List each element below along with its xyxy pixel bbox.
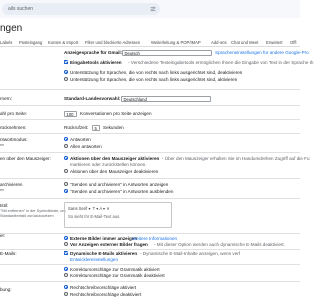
clear-format-icon[interactable]: ✕	[106, 206, 110, 211]
spelling-on-radio[interactable]	[64, 285, 69, 290]
reply-all-radio[interactable]	[64, 144, 69, 149]
dynamic-email-label: E-Mails:	[0, 251, 17, 256]
hover-off-radio[interactable]	[64, 169, 69, 174]
top-bar: ails suchen	[0, 0, 300, 18]
images-ask-desc: - Mit dieser Option werden auch dynamisc…	[154, 242, 285, 247]
send-archive-sublabel: en	[0, 188, 5, 192]
reply-label: Antworten	[70, 137, 91, 142]
spelling-off-label: Rechtschreibvorschläge deaktiviert	[70, 292, 142, 297]
settings-tabs: Labels Posteingang Konten & Import Filte…	[0, 39, 300, 47]
divider	[0, 264, 300, 265]
images-label: er:	[0, 233, 6, 238]
page-size-suffix: Konversationen pro Seite anzeigen	[80, 111, 152, 116]
send-archive-label: archivieren	[0, 182, 23, 187]
spelling-label: bung:	[0, 287, 12, 292]
phone-label: rnern:	[0, 96, 13, 101]
grammar-off-radio[interactable]	[64, 273, 69, 278]
rtl-on-radio[interactable]	[64, 77, 69, 82]
reply-mode-label: ntwortmodus:	[0, 137, 28, 142]
images-ask-radio[interactable]	[64, 242, 69, 247]
rtl-on-label: Unterstützung für Sprachen, die von rech…	[70, 77, 238, 82]
font-size-icon[interactable]: T	[92, 206, 96, 211]
tab-filters[interactable]: Filter und blockierte Adressen	[85, 40, 140, 45]
tab-chat-meet[interactable]: Chat und Meet	[231, 40, 258, 45]
send-archive-show-radio[interactable]	[64, 182, 69, 187]
dynamic-email-checkbox[interactable]	[64, 251, 69, 256]
tab-inbox[interactable]: Posteingang	[19, 40, 42, 45]
undo-send-suffix: Sekunden	[103, 125, 124, 130]
tab-addons[interactable]: Add-ons	[211, 40, 227, 45]
hover-on-radio[interactable]	[64, 156, 69, 161]
tab-offline[interactable]: Offl	[290, 40, 296, 45]
divider	[0, 119, 300, 120]
divider	[0, 89, 300, 90]
divider	[0, 233, 300, 234]
divider	[0, 152, 300, 153]
undo-send-label: rücknehmen:	[0, 125, 27, 130]
text-style-label: tstil:	[0, 203, 9, 208]
tab-advanced[interactable]: Erweitert	[266, 40, 283, 45]
images-always-title: Externe Bilder immer anzeigen	[70, 236, 138, 241]
hover-actions-label: en über den Mauszeiger:	[0, 156, 51, 161]
grammar-on-radio[interactable]	[64, 267, 69, 272]
send-archive-hide-radio[interactable]	[64, 189, 69, 194]
page-title: ngen	[0, 23, 23, 34]
images-always-radio[interactable]	[64, 236, 69, 241]
undo-send-prefix: Rückrufzeit:	[64, 125, 89, 130]
input-tools-desc: - Verschiedene Texteingabetools ermöglic…	[128, 59, 314, 65]
hover-on-title: Aktionen über den Mauszeiger aktivieren	[70, 156, 160, 161]
send-archive-show-label: "Senden und archivieren" in Antworten an…	[70, 182, 169, 187]
rtl-off-radio[interactable]	[64, 70, 69, 75]
page-size-label: ahl pro Seite:	[0, 111, 28, 116]
text-style-toolbar: Sans Serif ▾ T ▾ A ▾ ✕	[68, 206, 110, 211]
page-size-select[interactable]: 100	[64, 110, 77, 117]
images-ask-title: Vor Anzeigen externer Bilder fragen	[70, 242, 148, 247]
divider	[0, 133, 300, 134]
search-input[interactable]: ails suchen	[2, 3, 160, 15]
language-settings-link[interactable]: Sprachen­einstellungen für andere Google…	[215, 50, 309, 55]
tab-accounts[interactable]: Konten & Import	[48, 40, 78, 45]
language-prefix: Anzeigesprache für Gmail:	[64, 50, 123, 55]
hover-off-title: Aktionen über den Mauszeiger deaktiviere…	[70, 169, 159, 174]
grammar-off-label: Korrekturvorschläge zur Grammatik deakti…	[70, 273, 165, 278]
text-style-preview: So sieht Ihr E-Mail-Text aus.	[68, 214, 121, 219]
reply-mode-sublabel: en	[0, 143, 5, 147]
phone-prefix: Standard-Landesvorwahl:	[64, 96, 121, 101]
grammar-on-label: Korrekturvorschläge zur Grammatik aktivi…	[70, 267, 160, 272]
rtl-off-label: Unterstützung für Sprachen, die von rech…	[70, 70, 243, 75]
dynamic-email-title: Dynamische E-Mails aktivieren	[70, 251, 138, 256]
hover-on-desc2: markieren oder zurückstellen können.	[70, 162, 147, 167]
input-tools-label: Eingabetools aktivieren	[70, 59, 122, 65]
text-style-desc1: "Stil entfernen" in der Symbolleiste, um	[0, 209, 66, 213]
hover-on-desc: - Über den Mauszeiger erhalten Sie im Ha…	[162, 156, 310, 161]
search-options-icon[interactable]	[150, 6, 156, 12]
font-select[interactable]: Sans Serif	[68, 206, 87, 211]
send-archive-hide-label: "Senden und archivieren" in Antworten au…	[70, 189, 174, 194]
spelling-off-radio[interactable]	[64, 292, 69, 297]
tab-labels[interactable]: Labels	[0, 40, 12, 45]
text-style-editor[interactable]: Sans Serif ▾ T ▾ A ▾ ✕ So sieht Ihr E-Ma…	[64, 202, 172, 228]
country-code-select[interactable]: Deutschland	[121, 95, 211, 102]
text-color-icon[interactable]: A	[99, 206, 102, 211]
divider	[0, 249, 300, 250]
developer-settings-link[interactable]: Entwicklereinstellungen	[70, 257, 118, 262]
divider	[0, 281, 300, 282]
divider	[0, 198, 300, 199]
text-style-desc2: Standardtextstil zurückzusetzen	[0, 214, 54, 218]
dynamic-email-desc: - Dynamische E-Mail-Inhalte anzeigen, we…	[140, 251, 241, 256]
images-more-info-link[interactable]: Weitere Informationen	[132, 236, 177, 241]
search-placeholder: ails suchen	[8, 6, 34, 12]
spelling-on-label: Rechtschreibvorschläge aktiviert	[70, 285, 137, 290]
tab-forwarding[interactable]: Weiterleitung & POP/IMAP	[151, 40, 201, 45]
reply-radio[interactable]	[64, 137, 69, 142]
divider	[0, 105, 300, 106]
reply-all-label: Allen antworten	[70, 144, 102, 149]
undo-send-select[interactable]: 5	[92, 124, 100, 131]
divider	[0, 178, 300, 179]
language-select[interactable]: Deutsch	[122, 49, 212, 56]
input-tools-checkbox[interactable]	[64, 59, 69, 64]
